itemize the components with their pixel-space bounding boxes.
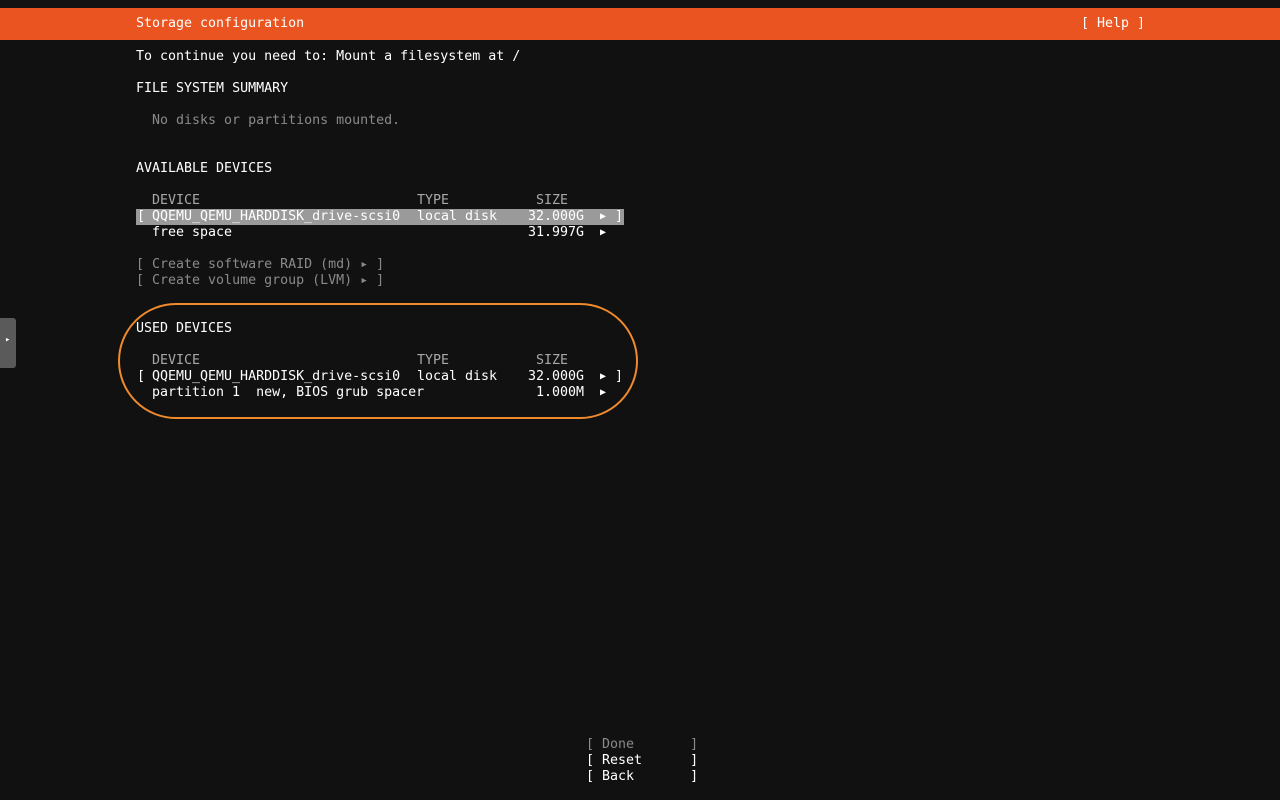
row-open-bracket: [ <box>137 369 146 384</box>
column-size: SIZE <box>536 193 569 208</box>
column-type: TYPE <box>417 193 450 208</box>
done-button[interactable]: [ Done ] <box>586 737 698 753</box>
top-strip <box>0 0 1280 8</box>
expand-arrow-icon: ▶ <box>600 227 607 238</box>
back-button[interactable]: [ Back ] <box>586 769 698 785</box>
title-bar: Storage configuration [ Help ] <box>0 8 1280 40</box>
column-device: DEVICE <box>152 353 201 368</box>
available-devices-heading: AVAILABLE DEVICES <box>136 161 273 176</box>
help-button[interactable]: [ Help ] <box>1081 16 1145 32</box>
page-title: Storage configuration <box>136 16 305 31</box>
expand-arrow-icon: ▶ <box>600 371 607 382</box>
reset-button[interactable]: [ Reset ] <box>586 753 698 769</box>
chevron-right-icon: ▸ <box>5 335 11 345</box>
device-name: QQEMU_QEMU_HARDDISK_drive-scsi0 <box>152 369 401 384</box>
available-device-row-disk[interactable]: [ QQEMU_QEMU_HARDDISK_drive-scsi0 local … <box>136 209 624 225</box>
row-close-bracket: ] <box>615 369 624 384</box>
device-size: 31.997G <box>528 225 585 240</box>
available-devices-column-headers: DEVICE TYPE SIZE <box>136 193 626 209</box>
side-panel-toggle[interactable]: ▸ <box>0 318 16 368</box>
row-close-bracket: ] <box>615 209 624 224</box>
device-type: local disk <box>417 369 498 384</box>
row-open-bracket: [ <box>137 209 146 224</box>
create-raid-button[interactable]: [ Create software RAID (md) ▸ ] <box>136 257 384 273</box>
used-device-row-disk[interactable]: [ QQEMU_QEMU_HARDDISK_drive-scsi0 local … <box>136 369 624 385</box>
column-device: DEVICE <box>152 193 201 208</box>
device-size: 1.000M <box>536 385 585 400</box>
expand-arrow-icon: ▶ <box>600 211 607 222</box>
device-size: 32.000G <box>528 369 585 384</box>
available-device-row-free-space[interactable]: free space 31.997G ▶ <box>136 225 624 241</box>
create-lvm-button[interactable]: [ Create volume group (LVM) ▸ ] <box>136 273 384 289</box>
expand-arrow-icon: ▶ <box>600 387 607 398</box>
used-devices-heading: USED DEVICES <box>136 321 233 336</box>
device-type: local disk <box>417 209 498 224</box>
device-size: 32.000G <box>528 209 585 224</box>
instruction-text: To continue you need to: Mount a filesys… <box>136 49 521 64</box>
used-device-row-partition[interactable]: partition 1 new, BIOS grub spacer 1.000M… <box>136 385 624 401</box>
device-name: free space <box>152 225 233 240</box>
partition-description: partition 1 new, BIOS grub spacer <box>152 385 425 400</box>
filesystem-summary-empty: No disks or partitions mounted. <box>152 113 401 128</box>
column-size: SIZE <box>536 353 569 368</box>
column-type: TYPE <box>417 353 450 368</box>
used-devices-column-headers: DEVICE TYPE SIZE <box>136 353 626 369</box>
device-name: QQEMU_QEMU_HARDDISK_drive-scsi0 <box>152 209 401 224</box>
filesystem-summary-heading: FILE SYSTEM SUMMARY <box>136 81 289 96</box>
